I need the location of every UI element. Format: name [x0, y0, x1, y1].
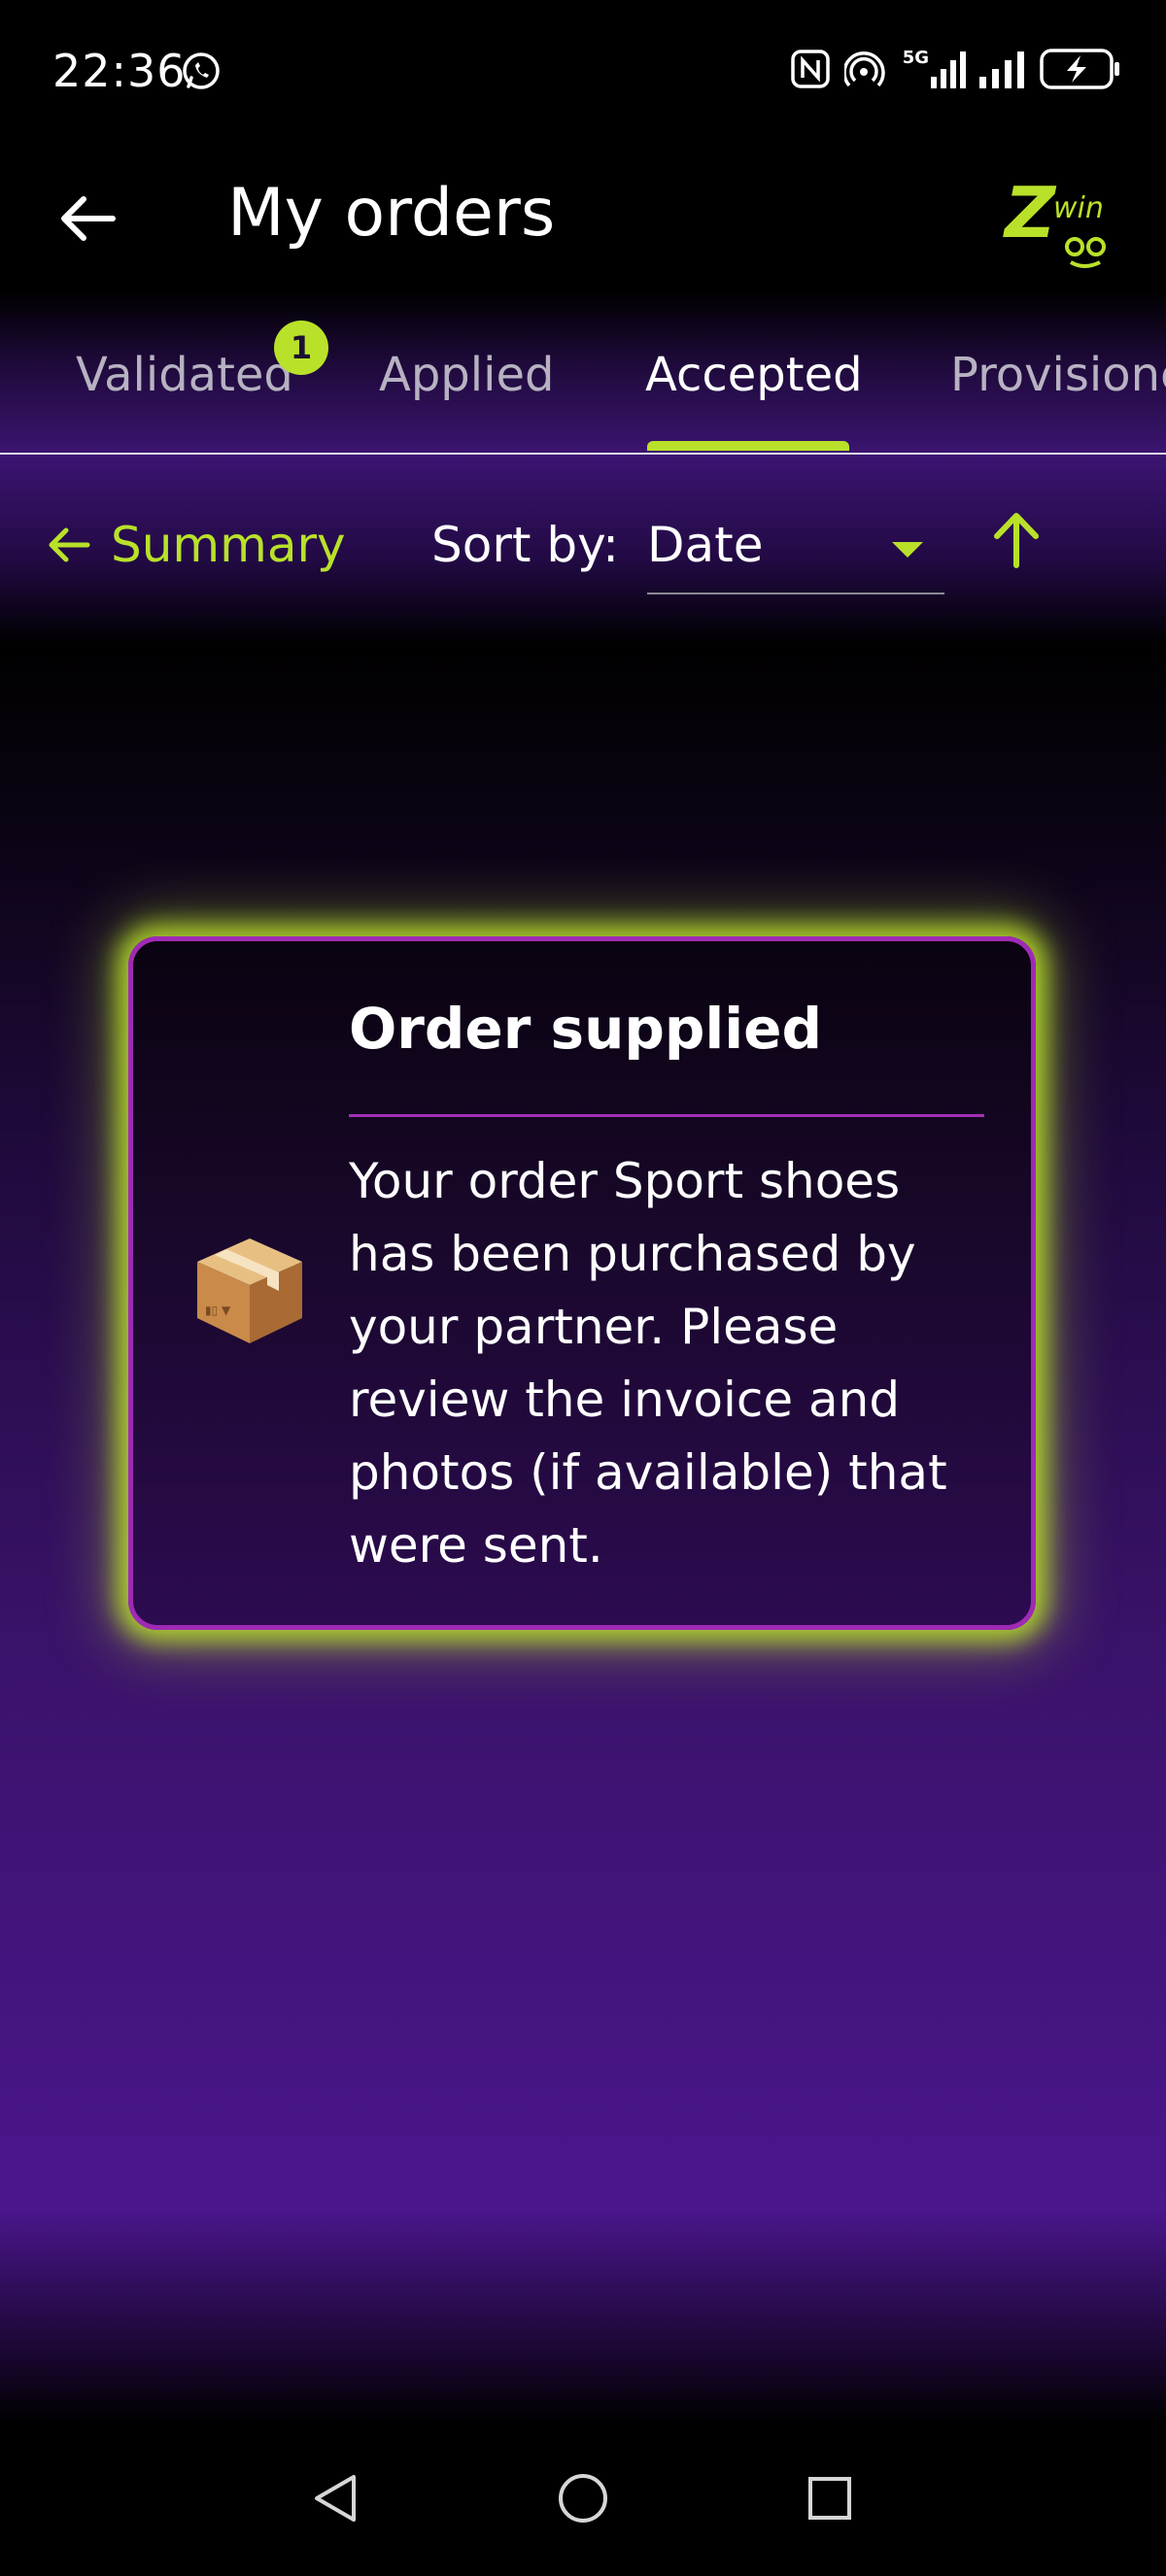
hotspot-icon — [843, 51, 885, 87]
app-bar: My orders Z win — [0, 146, 1166, 291]
active-tab-indicator — [647, 441, 849, 451]
arrow-left-icon — [49, 527, 90, 562]
tab-validated[interactable]: Validated — [76, 348, 293, 402]
summary-label: Summary — [111, 517, 346, 573]
status-time: 22:36 — [52, 45, 187, 97]
sort-by-label: Sort by: — [431, 517, 619, 573]
svg-text:Z: Z — [1003, 173, 1057, 254]
card-title: Order supplied — [349, 996, 823, 1062]
sort-bar: Summary Sort by: Date — [0, 455, 1166, 645]
system-nav-bar — [0, 2423, 1166, 2576]
card-divider — [349, 1114, 984, 1117]
battery-charging-icon — [1040, 49, 1119, 89]
svg-text:win: win — [1053, 191, 1104, 225]
tab-applied[interactable]: Applied — [379, 348, 554, 402]
card-message: Your order Sport shoes has been purchase… — [349, 1153, 947, 1574]
whatsapp-icon — [183, 52, 220, 89]
back-triangle-icon[interactable] — [307, 2469, 365, 2527]
status-icons: 5G — [790, 49, 1121, 89]
signal-icon — [979, 51, 1024, 88]
svg-text:▮▯ ▼: ▮▯ ▼ — [205, 1304, 231, 1317]
tab-provisioned[interactable]: Provisioned — [950, 348, 1166, 402]
screen: 22:36 5G My orders Z win Validated 1 App… — [0, 0, 1166, 2576]
order-notification-card[interactable]: ▮▯ ▼ Order supplied Your order Sport sho… — [128, 936, 1036, 1630]
chevron-down-icon — [892, 542, 923, 558]
recents-square-icon[interactable] — [801, 2469, 859, 2527]
sort-select[interactable]: Date — [647, 503, 944, 594]
package-icon: ▮▯ ▼ — [197, 1238, 302, 1343]
back-arrow-icon[interactable] — [54, 185, 122, 253]
tab-accepted[interactable]: Accepted — [645, 348, 863, 402]
sort-direction-arrow-up-icon[interactable] — [983, 507, 1049, 573]
zwin-logo: Z win — [1003, 173, 1106, 268]
signal-icon — [931, 51, 966, 88]
tab-validated-badge: 1 — [274, 321, 328, 375]
network-type: 5G — [903, 50, 966, 88]
orders-content: ▮▯ ▼ Order supplied Your order Sport sho… — [0, 645, 1166, 2423]
sort-select-value: Date — [647, 517, 764, 573]
nfc-icon — [790, 50, 830, 88]
page-title: My orders — [227, 175, 556, 252]
summary-button[interactable]: Summary — [45, 517, 346, 573]
status-bar: 22:36 5G — [0, 0, 1166, 146]
order-status-tabs: Validated 1 Applied Accepted Provisioned — [0, 291, 1166, 456]
network-label: 5G — [902, 48, 929, 68]
home-circle-icon[interactable] — [554, 2469, 612, 2527]
